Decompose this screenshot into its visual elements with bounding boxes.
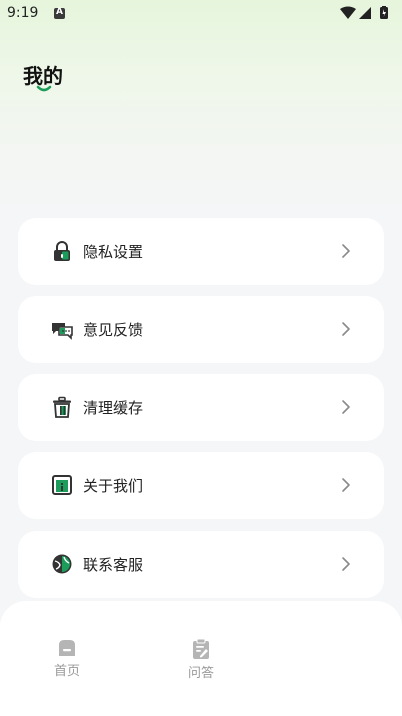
menu-item-privacy-settings[interactable]: 隐私设置: [18, 218, 384, 285]
nav-label: 首页: [53, 664, 80, 679]
nav-item-home[interactable]: 首页: [37, 638, 97, 679]
nav-item-qa[interactable]: 问答: [171, 638, 231, 681]
chevron-right-icon: [342, 322, 350, 336]
menu-item-label: 关于我们: [83, 477, 144, 495]
menu-item-clear-cache[interactable]: 清理缓存: [18, 374, 384, 441]
bottom-nav: 首页 问答: [0, 601, 402, 716]
battery-icon: [380, 6, 388, 19]
menu-item-label: 隐私设置: [83, 243, 144, 261]
globe-icon: [52, 554, 72, 574]
chevron-right-icon: [342, 400, 350, 414]
menu-item-label: 清理缓存: [83, 399, 144, 417]
menu-item-label: 意见反馈: [83, 321, 144, 339]
wifi-icon: [340, 6, 356, 19]
title-smile-decoration: [36, 85, 52, 92]
nav-label: 问答: [187, 666, 214, 681]
signal-icon: [359, 7, 371, 19]
chat-bubbles-icon: [52, 323, 73, 340]
notification-a-icon: A: [54, 7, 65, 19]
status-icons: [340, 6, 394, 20]
trash-icon: [53, 396, 71, 418]
menu-item-contact-service[interactable]: 联系客服: [18, 531, 384, 598]
status-time: 9:19: [7, 5, 39, 21]
menu-item-feedback[interactable]: 意见反馈: [18, 296, 384, 363]
info-window-icon: [52, 475, 72, 495]
home-icon: [59, 640, 75, 656]
status-bar: 9:19 A: [0, 0, 402, 28]
clipboard-edit-icon: [193, 638, 209, 659]
chevron-right-icon: [342, 478, 350, 492]
chevron-right-icon: [342, 557, 350, 571]
menu-item-label: 联系客服: [83, 556, 144, 574]
chevron-right-icon: [342, 244, 350, 258]
menu-item-about-us[interactable]: 关于我们: [18, 452, 384, 519]
lock-icon: [54, 241, 70, 261]
